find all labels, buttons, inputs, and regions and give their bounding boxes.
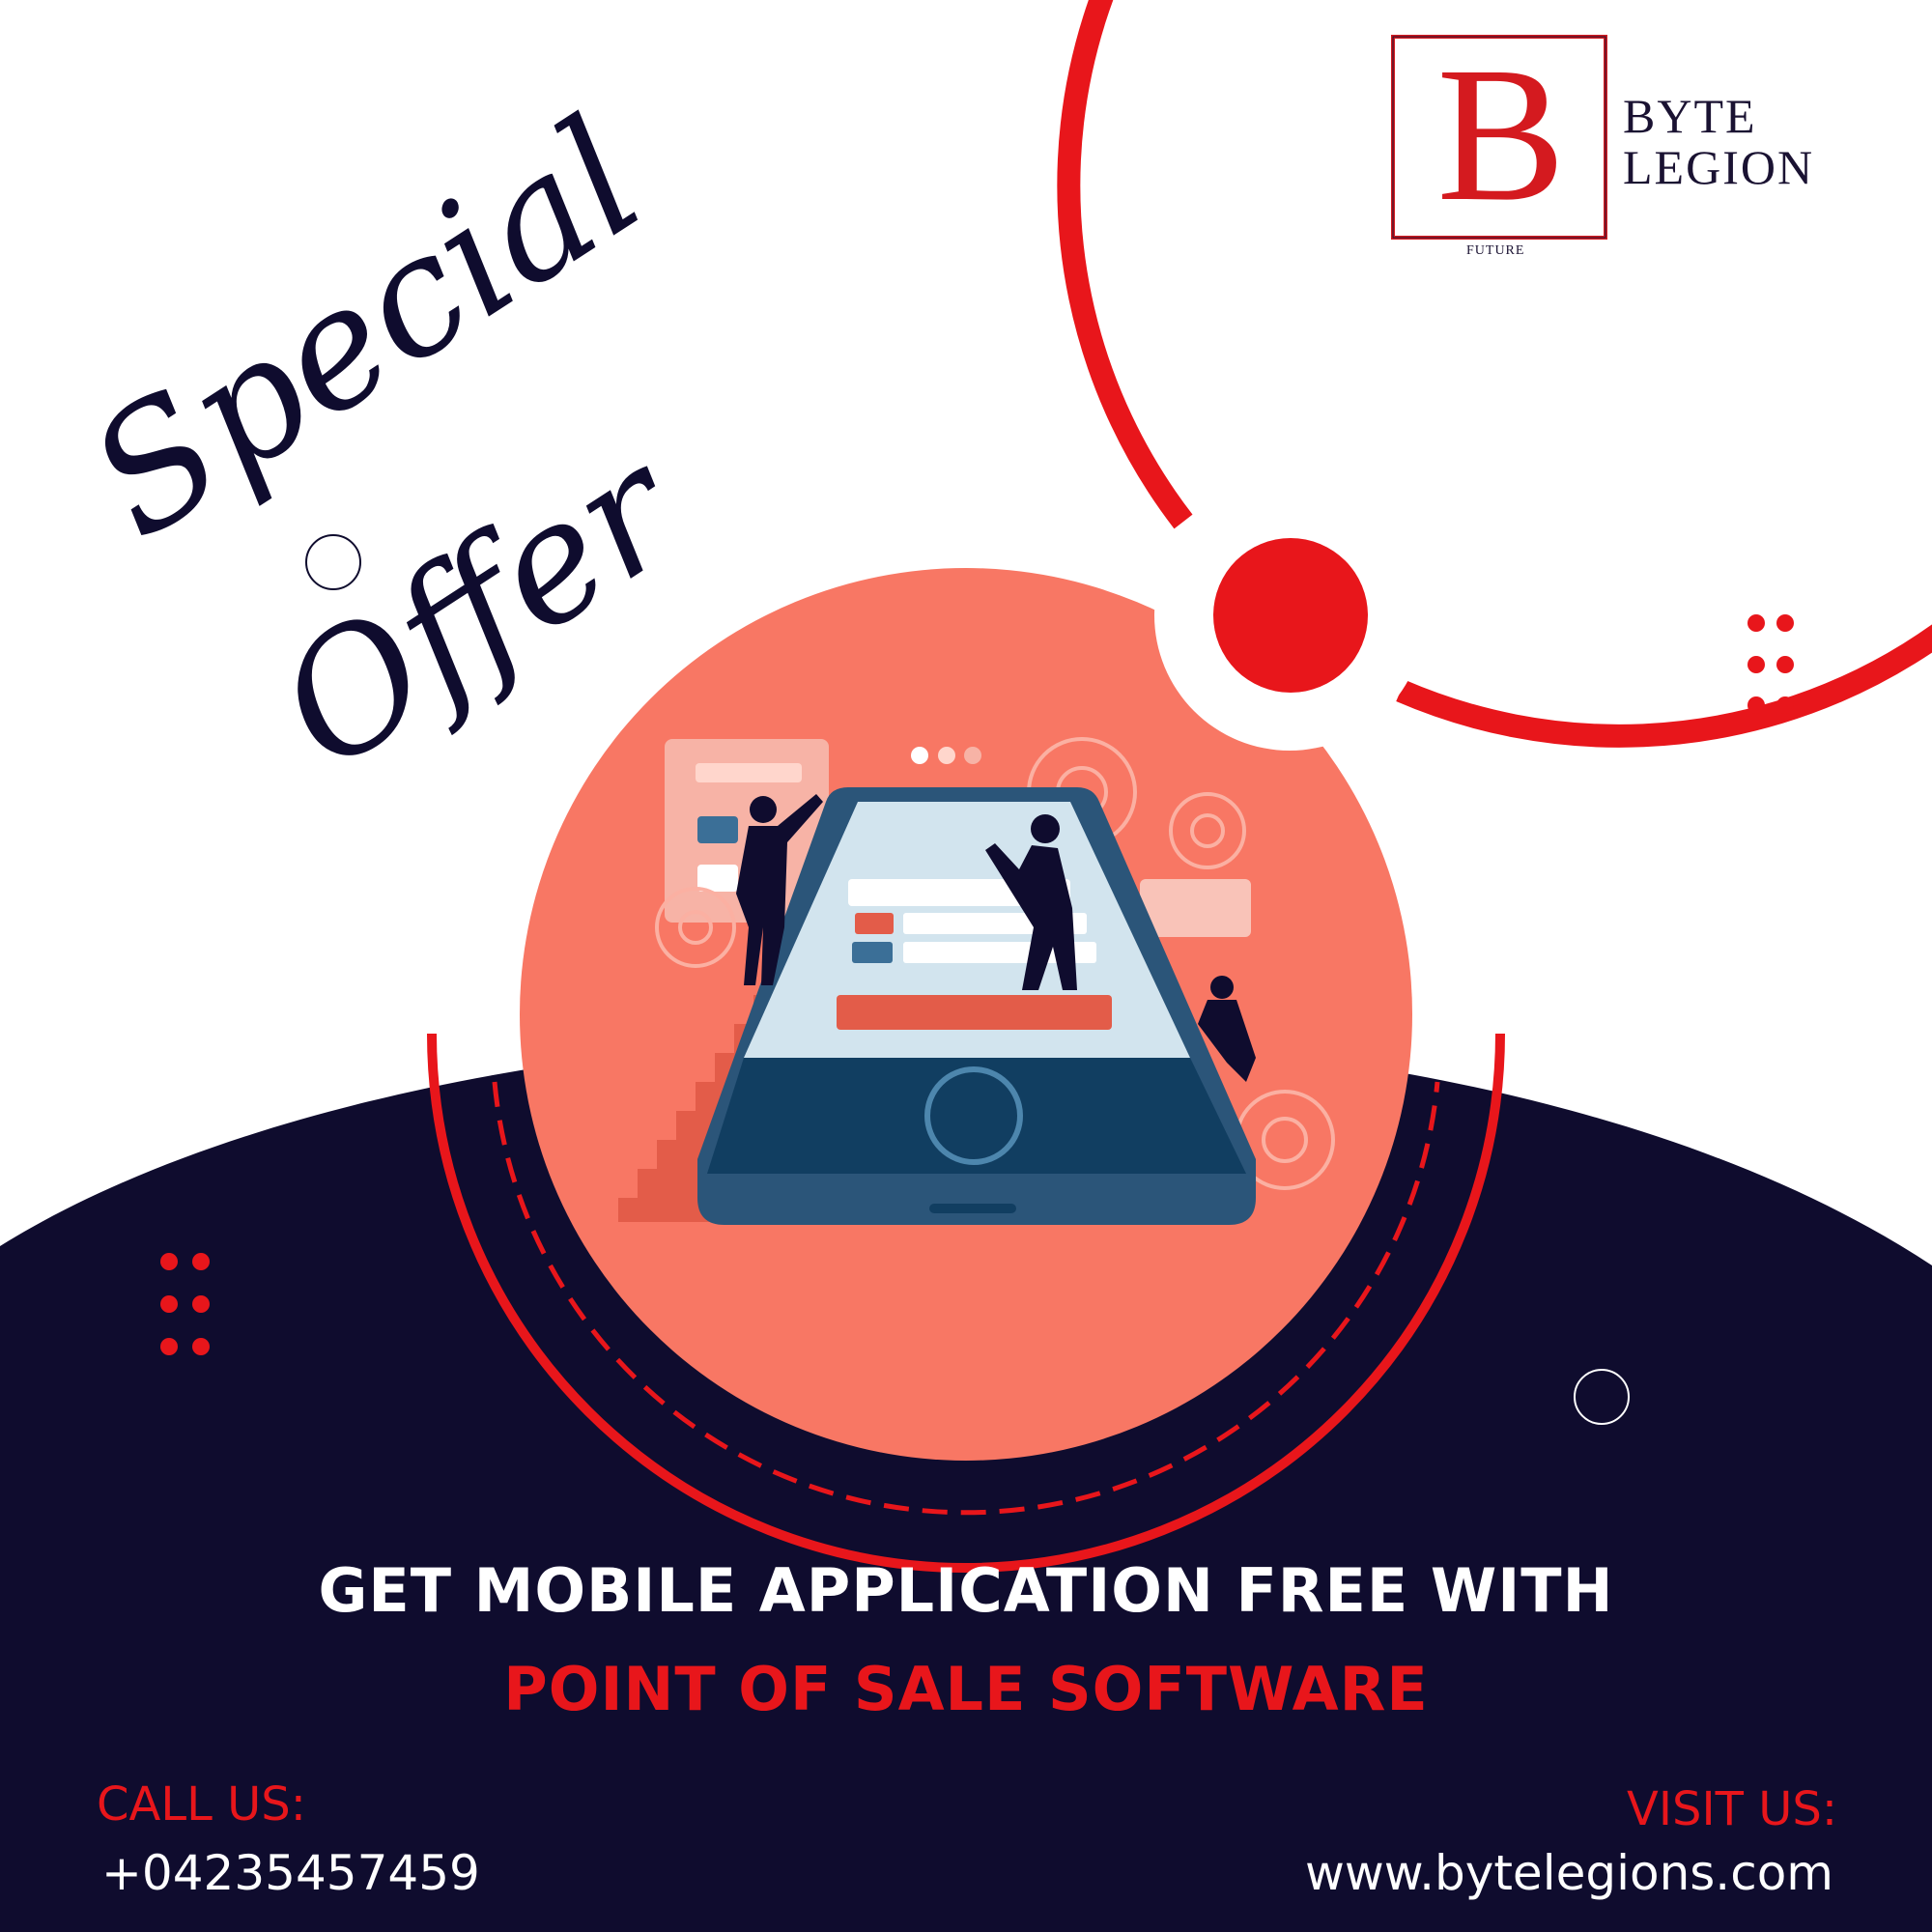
- screen-button: [837, 995, 1112, 1030]
- screen-chip: [852, 942, 893, 963]
- card-line: [696, 763, 802, 782]
- logo-tagline: FUTURE: [1466, 243, 1525, 258]
- card-chip: [697, 816, 738, 843]
- logo-line1: BYTE: [1623, 89, 1757, 143]
- visit-us-label: VISIT US:: [1627, 1782, 1837, 1836]
- phone-number[interactable]: +04235457459: [101, 1845, 480, 1901]
- ellipsis-dot: [964, 747, 981, 764]
- headline-line1: GET MOBILE APPLICATION FREE WITH: [318, 1555, 1614, 1626]
- ring-notch: [415, 913, 483, 934]
- ellipsis-dot: [911, 747, 928, 764]
- card-chip: [697, 865, 738, 892]
- ellipsis-dot: [938, 747, 955, 764]
- phone-lower-panel: [707, 1058, 1246, 1174]
- promo-poster: B FUTURE BYTE LEGION Special Offer GET M…: [0, 0, 1932, 1932]
- red-accent-dot: [1213, 538, 1368, 693]
- headline-line2: POINT OF SALE SOFTWARE: [503, 1654, 1429, 1724]
- call-us-label: CALL US:: [97, 1777, 306, 1832]
- floating-card: [1140, 879, 1251, 937]
- ring-notch: [1449, 913, 1517, 934]
- logo-letter: B: [1436, 28, 1566, 242]
- website-link[interactable]: www.bytelegions.com: [1305, 1845, 1833, 1901]
- screen-chip: [855, 913, 894, 934]
- phone-slot: [929, 1204, 1016, 1213]
- decorative-dots-icon: [1747, 614, 1794, 714]
- logo-line2: LEGION: [1623, 140, 1815, 194]
